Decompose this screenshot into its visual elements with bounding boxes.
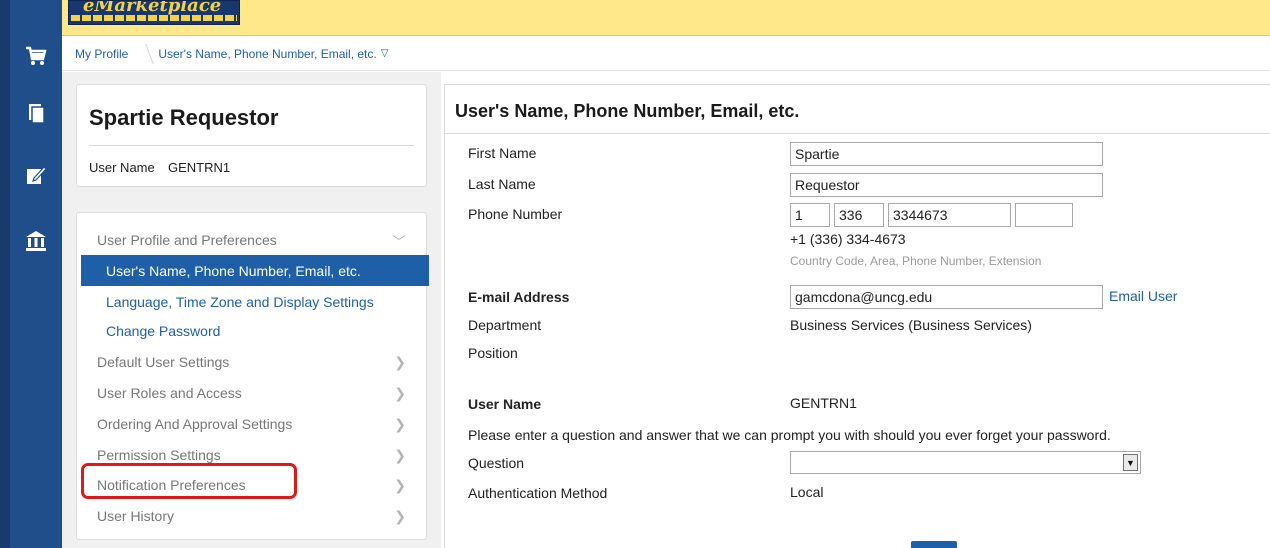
nav-label: Language, Time Zone and Display Settings	[106, 293, 374, 310]
bank-icon[interactable]	[20, 225, 52, 257]
marketplace-logo[interactable]: eMarketplace	[68, 0, 240, 25]
nav-label: User Roles and Access	[97, 384, 242, 401]
dropdown-arrow-icon[interactable]: ▼	[1123, 454, 1138, 471]
username-value: GENTRN1	[790, 395, 857, 411]
chevron-right-icon: ❯	[394, 477, 406, 493]
save-button[interactable]	[911, 541, 957, 548]
nav-label: Default User Settings	[97, 353, 230, 370]
email-user-link[interactable]: Email User	[1109, 288, 1177, 304]
authentication-method-label: Authentication Method	[468, 485, 608, 501]
nav-item-language-settings[interactable]: Language, Time Zone and Display Settings	[77, 286, 428, 317]
email-field[interactable]	[790, 285, 1103, 309]
divider	[444, 84, 445, 548]
position-label: Position	[468, 345, 518, 361]
security-prompt: Please enter a question and answer that …	[468, 427, 1111, 443]
nav-section-ordering-approval[interactable]: Ordering And Approval Settings ❯	[77, 408, 428, 439]
nav-item-change-password[interactable]: Change Password	[77, 315, 428, 346]
nav-label: Change Password	[106, 322, 221, 339]
nav-label: Ordering And Approval Settings	[97, 415, 293, 432]
divider	[89, 145, 414, 146]
left-rail	[10, 0, 62, 548]
nav-section-default-user-settings[interactable]: Default User Settings ❯	[77, 346, 428, 377]
breadcrumb-separator	[132, 43, 154, 64]
cart-icon[interactable]	[20, 40, 52, 72]
nav-label: User History	[97, 507, 175, 524]
nav-section-user-history[interactable]: User History ❯	[77, 500, 428, 531]
last-name-field[interactable]	[790, 173, 1103, 197]
divider	[444, 84, 1270, 85]
chevron-right-icon: ❯	[394, 416, 406, 432]
page-title: User's Name, Phone Number, Email, etc.	[455, 101, 800, 121]
window-edge	[0, 0, 10, 548]
nav-label: User's Name, Phone Number, Email, etc.	[106, 262, 361, 279]
chevron-down-icon: ﹀	[392, 234, 406, 250]
chevron-right-icon: ❯	[394, 508, 406, 524]
nav-label: Permission Settings	[97, 446, 221, 463]
chevron-down-icon[interactable]: ▽	[381, 48, 389, 59]
department-value: Business Services (Business Services)	[790, 317, 1032, 333]
phone-area-code-field[interactable]	[834, 203, 884, 227]
profile-username-value: GENTRN1	[168, 160, 231, 175]
chevron-right-icon: ❯	[394, 354, 406, 370]
phone-number-label: Phone Number	[468, 206, 563, 222]
email-label: E-mail Address	[468, 289, 570, 305]
profile-username-label: User Name	[89, 160, 155, 175]
profile-name: Spartie Requestor	[89, 105, 279, 130]
breadcrumb-current[interactable]: User's Name, Phone Number, Email, etc.	[158, 47, 376, 61]
top-banner: eMarketplace	[62, 0, 1270, 36]
question-select[interactable]: ▼	[790, 451, 1141, 474]
profile-card: Spartie Requestor User Name GENTRN1	[76, 84, 427, 187]
nav-section-user-roles[interactable]: User Roles and Access ❯	[77, 377, 428, 408]
chevron-right-icon: ❯	[394, 385, 406, 401]
department-label: Department	[468, 317, 542, 333]
question-label: Question	[468, 455, 525, 471]
username-label: User Name	[468, 396, 542, 412]
logo-text: eMarketplace	[83, 0, 222, 16]
nav-section-user-profile[interactable]: User Profile and Preferences ﹀	[77, 224, 428, 255]
last-name-label: Last Name	[468, 176, 536, 192]
first-name-label: First Name	[468, 145, 537, 161]
authentication-method-value: Local	[790, 484, 824, 500]
edit-icon[interactable]	[20, 159, 52, 191]
documents-icon[interactable]	[20, 97, 52, 129]
first-name-field[interactable]	[790, 142, 1103, 166]
nav-label: User Profile and Preferences	[97, 231, 277, 248]
divider	[445, 133, 1270, 134]
chevron-right-icon: ❯	[394, 447, 406, 463]
breadcrumb: My Profile User's Name, Phone Number, Em…	[62, 37, 1270, 71]
breadcrumb-my-profile[interactable]: My Profile	[75, 47, 128, 61]
phone-extension-field[interactable]	[1015, 203, 1073, 227]
annotation-highlight	[81, 463, 297, 499]
phone-country-code-field[interactable]	[790, 203, 830, 227]
phone-hint: Country Code, Area, Phone Number, Extens…	[790, 254, 1042, 268]
phone-number-field[interactable]	[888, 203, 1011, 227]
nav-item-name-phone-email[interactable]: User's Name, Phone Number, Email, etc.	[81, 255, 429, 286]
phone-formatted: +1 (336) 334-4673	[790, 231, 906, 247]
